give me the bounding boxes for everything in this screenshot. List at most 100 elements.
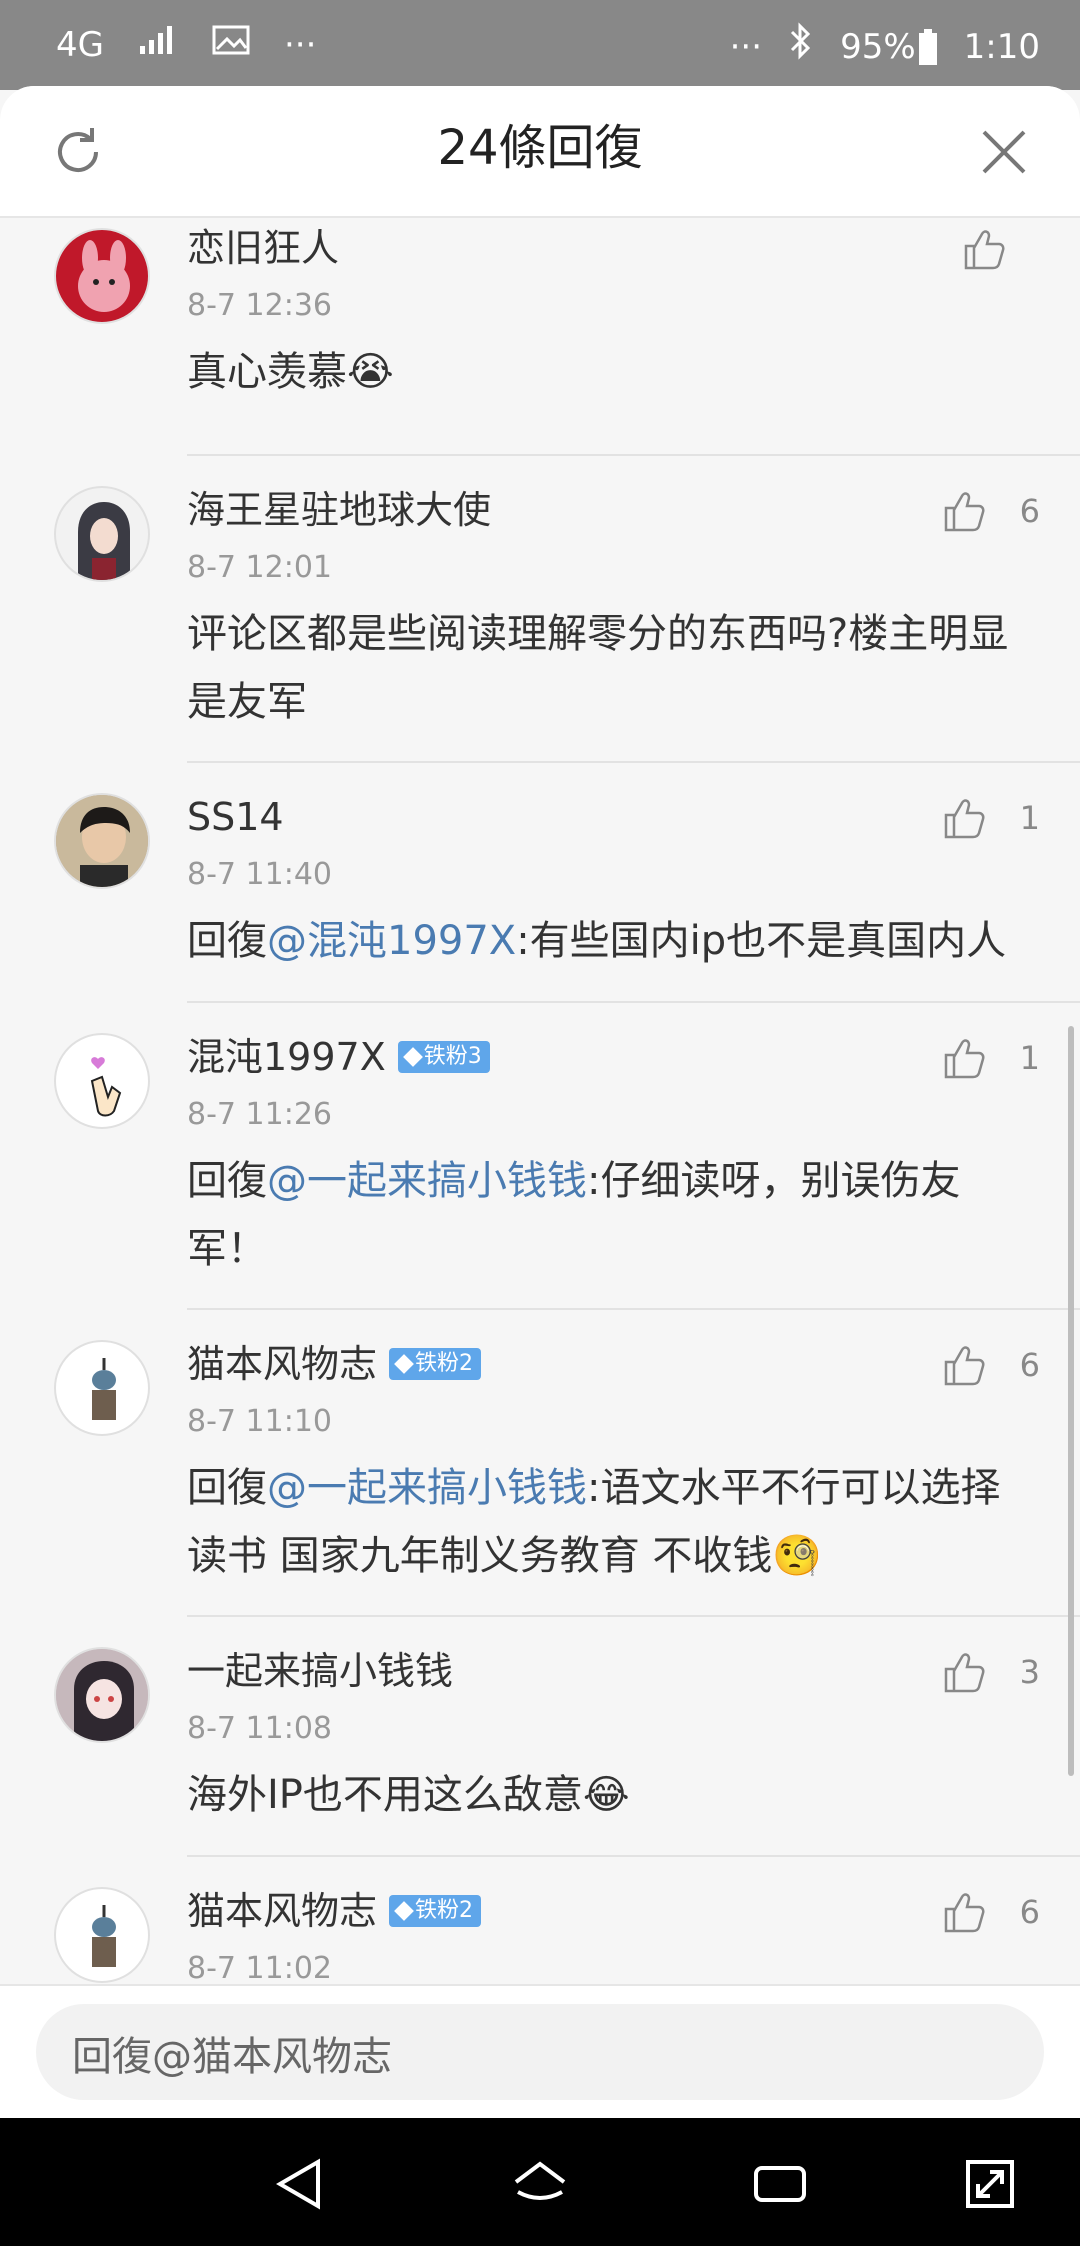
author-name[interactable]: 一起来搞小钱钱 (187, 1641, 453, 1701)
reply-placeholder: 回復@猫本风物志 (72, 2034, 392, 2080)
like-button[interactable]: 6 (940, 486, 1040, 536)
scrollbar[interactable] (1068, 1026, 1074, 1776)
reply-bar: 回復@猫本风物志 (0, 1984, 1080, 2120)
comment-list[interactable]: 恋旧狂人 8-7 12:36 真心羡慕😭 海王星驻地球大使 8-7 12:01 … (0, 218, 1080, 2068)
avatar[interactable] (54, 793, 150, 889)
thumbs-up-icon (944, 492, 985, 532)
close-icon[interactable] (974, 122, 1034, 182)
bluetooth-icon (788, 22, 814, 71)
signal-icon (138, 22, 178, 67)
mention-link[interactable]: @一起来搞小钱钱 (267, 1158, 587, 1204)
avatar[interactable] (54, 1340, 150, 1436)
comment-item: SS14 8-7 11:40 回復@混沌1997X:有些国内ip也不是真国内人 … (0, 763, 1080, 1003)
like-button[interactable]: 3 (940, 1647, 1040, 1697)
thumbs-up-icon (944, 1346, 985, 1386)
comment-author[interactable]: SS14 (187, 787, 284, 847)
comment-text: 真心羡慕😭 (187, 338, 1027, 406)
thumbs-up-icon (944, 799, 985, 839)
comment-body: 评论区都是些阅读理解零分的东西吗?楼主明显是友军 (187, 611, 1009, 725)
like-button[interactable]: 1 (940, 1033, 1040, 1083)
more-dots-icon: ··· (729, 26, 763, 67)
author-name[interactable]: 猫本风物志 (187, 1334, 377, 1394)
comment-body: 海外IP也不用这么敌意😂 (187, 1772, 630, 1818)
badge-label: 铁粉2 (415, 1898, 474, 1923)
comment-author[interactable]: 猫本风物志 铁粉2 (187, 1334, 482, 1394)
fan-badge: 铁粉2 (389, 1895, 482, 1927)
reply-prefix: 回復 (187, 1158, 267, 1204)
mention-link[interactable]: @一起来搞小钱钱 (267, 1465, 587, 1511)
image-icon (212, 23, 250, 67)
comment-author[interactable]: 混沌1997X 铁粉3 (187, 1027, 490, 1087)
comment-time: 8-7 11:40 (187, 857, 332, 892)
like-button[interactable] (960, 224, 1040, 274)
recent-apps-icon[interactable] (750, 2154, 810, 2214)
comment-author[interactable]: 恋旧狂人 (187, 218, 339, 278)
like-button[interactable]: 1 (940, 793, 1040, 843)
comment-text: 回復@混沌1997X:有些国内ip也不是真国内人 (187, 907, 1027, 975)
diamond-icon (394, 1901, 414, 1921)
comment-time: 8-7 11:10 (187, 1404, 332, 1439)
fan-badge: 铁粉3 (397, 1041, 490, 1073)
like-count: 6 (1019, 492, 1040, 530)
comment-time: 8-7 12:36 (187, 288, 332, 323)
comment-author[interactable]: 猫本风物志 铁粉2 (187, 1881, 482, 1941)
battery-indicator: 95% (840, 25, 938, 69)
comment-text: 回復@一起来搞小钱钱:仔细读呀，别误伤友军！ (187, 1147, 1027, 1283)
author-name[interactable]: 混沌1997X (187, 1027, 386, 1087)
more-dots-icon: ··· (283, 24, 317, 65)
avatar[interactable] (54, 1647, 150, 1743)
comment-body: 真心羡慕😭 (187, 349, 394, 395)
thumbs-up-icon (944, 1039, 985, 1079)
avatar[interactable] (54, 1887, 150, 1983)
comment-item: 海王星驻地球大使 8-7 12:01 评论区都是些阅读理解零分的东西吗?楼主明显… (0, 456, 1080, 763)
back-icon[interactable] (270, 2154, 330, 2214)
home-icon[interactable] (510, 2154, 570, 2214)
network-type: 4G (56, 24, 104, 65)
like-button[interactable]: 6 (940, 1887, 1040, 1937)
avatar[interactable] (54, 1033, 150, 1129)
battery-percent: 95% (840, 26, 916, 67)
author-name[interactable]: 海王星驻地球大使 (187, 480, 491, 540)
clock: 1:10 (963, 26, 1040, 67)
diamond-icon (394, 1354, 414, 1374)
author-name[interactable]: 恋旧狂人 (187, 218, 339, 278)
comment-author[interactable]: 一起来搞小钱钱 (187, 1641, 453, 1701)
battery-icon (918, 28, 937, 65)
badge-label: 铁粉3 (423, 1044, 482, 1069)
comment-item: 混沌1997X 铁粉3 8-7 11:26 回復@一起来搞小钱钱:仔细读呀，别误… (0, 1003, 1080, 1310)
comment-time: 8-7 11:08 (187, 1711, 332, 1746)
comment-text: 海外IP也不用这么敌意😂 (187, 1761, 1027, 1829)
reply-prefix: 回復 (187, 1465, 267, 1511)
mention-link[interactable]: @混沌1997X (267, 918, 516, 964)
comment-author[interactable]: 海王星驻地球大使 (187, 480, 491, 540)
author-name[interactable]: SS14 (187, 787, 284, 847)
expand-icon[interactable] (960, 2154, 1020, 2214)
page-title: 24條回復 (437, 120, 643, 176)
status-bar: 4G ··· ··· 95% 1:10 (0, 0, 1080, 90)
sheet-header: 24條回復 (0, 86, 1080, 218)
avatar[interactable] (54, 228, 150, 324)
comment-item: 一起来搞小钱钱 8-7 11:08 海外IP也不用这么敌意😂 3 (0, 1617, 1080, 1857)
comment-item: 恋旧狂人 8-7 12:36 真心羡慕😭 (0, 218, 1080, 456)
system-nav-bar (0, 2118, 1080, 2246)
comment-text: 评论区都是些阅读理解零分的东西吗?楼主明显是友军 (187, 600, 1027, 736)
like-count: 6 (1019, 1346, 1040, 1384)
like-count: 6 (1019, 1893, 1040, 1931)
thumbs-up-icon (964, 230, 1005, 270)
author-name[interactable]: 猫本风物志 (187, 1881, 377, 1941)
like-count: 1 (1019, 1039, 1040, 1077)
badge-label: 铁粉2 (415, 1351, 474, 1376)
comment-body: :有些国内ip也不是真国内人 (516, 918, 1007, 964)
like-count: 1 (1019, 799, 1040, 837)
avatar[interactable] (54, 486, 150, 582)
comment-time: 8-7 11:26 (187, 1097, 332, 1132)
like-count: 3 (1019, 1653, 1040, 1691)
comment-time: 8-7 12:01 (187, 550, 332, 585)
like-button[interactable]: 6 (940, 1340, 1040, 1390)
comment-item: 猫本风物志 铁粉2 8-7 11:10 回復@一起来搞小钱钱:语文水平不行可以选… (0, 1310, 1080, 1617)
comment-text: 回復@一起来搞小钱钱:语文水平不行可以选择读书 国家九年制义务教育 不收钱🧐 (187, 1454, 1027, 1590)
reply-input[interactable]: 回復@猫本风物志 (36, 2004, 1044, 2100)
diamond-icon (402, 1047, 423, 1067)
thumbs-up-icon (944, 1653, 985, 1693)
fan-badge: 铁粉2 (389, 1348, 482, 1380)
